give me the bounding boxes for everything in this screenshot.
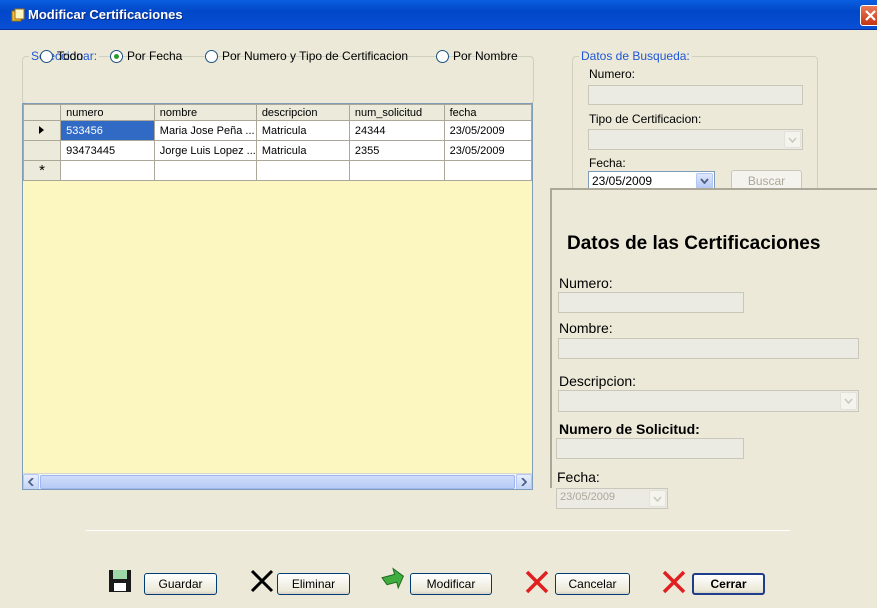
detalle-title: Datos de las Certificaciones bbox=[567, 233, 821, 254]
cell-nombre[interactable]: Maria Jose Peña ... bbox=[153, 120, 257, 141]
detalle-descripcion-select[interactable] bbox=[558, 390, 859, 412]
chevron-down-icon[interactable] bbox=[784, 131, 801, 148]
chevron-right-icon bbox=[521, 478, 527, 486]
column-header-descripcion[interactable]: descripcion bbox=[255, 104, 350, 121]
cell-empty[interactable] bbox=[60, 160, 155, 181]
detalle-solicitud-label: Numero de Solicitud: bbox=[559, 421, 700, 437]
cancelar-button[interactable]: Cancelar bbox=[555, 573, 630, 595]
close-icon bbox=[865, 10, 876, 21]
busqueda-legend: Datos de Busqueda: bbox=[579, 49, 692, 63]
new-row-marker[interactable]: * bbox=[23, 160, 62, 181]
cell-empty[interactable] bbox=[153, 160, 257, 181]
radio-circle[interactable] bbox=[40, 49, 53, 63]
detalle-fecha-label: Fecha: bbox=[557, 469, 600, 485]
app-icon bbox=[11, 8, 25, 22]
busqueda-tipo-label: Tipo de Certificacion: bbox=[589, 112, 702, 126]
title-bar: Modificar Certificaciones bbox=[0, 0, 877, 30]
chevron-left-icon bbox=[28, 478, 34, 486]
cell-empty[interactable] bbox=[443, 160, 532, 181]
cell-descripcion[interactable]: Matricula bbox=[255, 140, 350, 161]
radio-selected-dot bbox=[114, 53, 119, 59]
new-row[interactable]: * bbox=[23, 160, 532, 181]
scroll-right-button[interactable] bbox=[516, 474, 532, 489]
horizontal-scrollbar[interactable] bbox=[23, 473, 532, 489]
modificar-button[interactable]: Modificar bbox=[410, 573, 492, 595]
radio-por-nombre[interactable]: Por Nombre bbox=[436, 49, 518, 63]
modify-arrow-icon[interactable] bbox=[380, 567, 406, 596]
busqueda-fecha-label: Fecha: bbox=[589, 156, 626, 170]
close-window-button[interactable] bbox=[860, 5, 877, 26]
seleccionar-group: Seleccionar: bbox=[22, 49, 534, 104]
column-header-nombre[interactable]: nombre bbox=[153, 104, 257, 121]
eliminar-button[interactable]: Eliminar bbox=[277, 573, 350, 595]
radio-por-fecha[interactable]: Por Fecha bbox=[110, 49, 182, 63]
detalle-numero-input[interactable] bbox=[558, 292, 744, 313]
certificaciones-grid[interactable]: numero nombre descripcion num_solicitud … bbox=[22, 103, 533, 490]
radio-por-nombre-label: Por Nombre bbox=[453, 49, 518, 63]
radio-por-fecha-label: Por Fecha bbox=[127, 49, 183, 63]
table-row[interactable]: 533456 Maria Jose Peña ... Matricula 243… bbox=[23, 120, 532, 141]
row-header-corner bbox=[23, 104, 62, 121]
grid-table: numero nombre descripcion num_solicitud … bbox=[23, 104, 532, 181]
cell-empty[interactable] bbox=[348, 160, 445, 181]
cell-num-solicitud[interactable]: 2355 bbox=[348, 140, 445, 161]
close-x-icon[interactable] bbox=[661, 569, 687, 598]
delete-x-icon[interactable] bbox=[249, 568, 275, 597]
cell-num-solicitud[interactable]: 24344 bbox=[348, 120, 445, 141]
cell-nombre[interactable]: Jorge Luis Lopez ... bbox=[153, 140, 257, 161]
detalle-solicitud-input[interactable] bbox=[556, 438, 744, 459]
window-title: Modificar Certificaciones bbox=[28, 7, 183, 22]
detalle-fecha-picker[interactable]: 23/05/2009 bbox=[556, 488, 668, 509]
column-header-numero[interactable]: numero bbox=[60, 104, 155, 121]
detalle-numero-label: Numero: bbox=[559, 275, 613, 291]
cerrar-button[interactable]: Cerrar bbox=[692, 573, 765, 595]
cancel-x-icon[interactable] bbox=[524, 569, 550, 598]
radio-por-numero-tipo[interactable]: Por Numero y Tipo de Certificacion bbox=[205, 49, 408, 63]
detalle-descripcion-label: Descripcion: bbox=[559, 373, 637, 389]
radio-circle[interactable] bbox=[436, 49, 449, 63]
chevron-down-icon[interactable] bbox=[696, 173, 713, 189]
detalle-fecha-value: 23/05/2009 bbox=[560, 491, 616, 503]
scroll-thumb[interactable] bbox=[40, 475, 515, 489]
grid-header-row: numero nombre descripcion num_solicitud … bbox=[23, 104, 532, 121]
radio-todo-label: Todo bbox=[57, 49, 84, 63]
radio-circle[interactable] bbox=[110, 49, 123, 63]
table-row[interactable]: 93473445 Jorge Luis Lopez ... Matricula … bbox=[23, 140, 532, 161]
scroll-left-button[interactable] bbox=[23, 474, 39, 489]
busqueda-tipo-select[interactable] bbox=[588, 129, 803, 150]
column-header-num-solicitud[interactable]: num_solicitud bbox=[348, 104, 445, 121]
busqueda-numero-label: Numero: bbox=[589, 67, 636, 81]
current-row-arrow-icon bbox=[39, 125, 45, 134]
row-header[interactable] bbox=[23, 120, 62, 141]
radio-por-numero-tipo-label: Por Numero y Tipo de Certificacion bbox=[222, 49, 409, 63]
radio-todo[interactable]: Todo bbox=[40, 49, 83, 63]
busqueda-numero-input[interactable] bbox=[588, 85, 803, 105]
detalle-nombre-input[interactable] bbox=[558, 338, 859, 359]
chevron-down-icon[interactable] bbox=[649, 490, 666, 507]
detalle-nombre-label: Nombre: bbox=[559, 320, 613, 336]
cell-fecha[interactable]: 23/05/2009 bbox=[443, 120, 532, 141]
cell-empty[interactable] bbox=[255, 160, 350, 181]
cell-fecha[interactable]: 23/05/2009 bbox=[443, 140, 532, 161]
column-header-fecha[interactable]: fecha bbox=[443, 104, 532, 121]
cell-descripcion[interactable]: Matricula bbox=[255, 120, 350, 141]
row-header[interactable] bbox=[23, 140, 62, 161]
radio-circle[interactable] bbox=[205, 49, 218, 63]
cell-numero[interactable]: 93473445 bbox=[60, 140, 155, 161]
chevron-down-icon[interactable] bbox=[840, 392, 857, 410]
cell-numero[interactable]: 533456 bbox=[60, 120, 155, 141]
guardar-button[interactable]: Guardar bbox=[144, 573, 217, 595]
save-icon[interactable] bbox=[108, 569, 132, 596]
busqueda-fecha-value: 23/05/2009 bbox=[592, 174, 653, 188]
